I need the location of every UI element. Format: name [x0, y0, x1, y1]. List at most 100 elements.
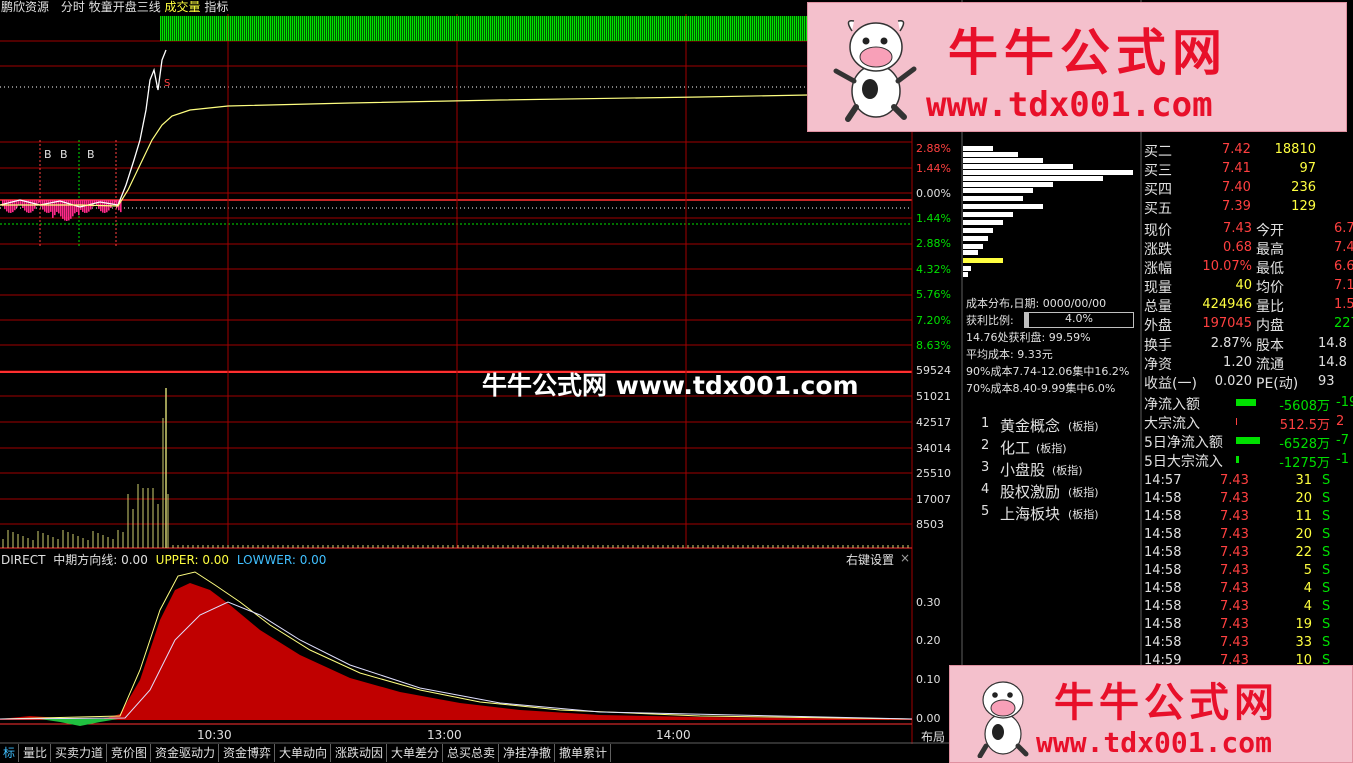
limit-bar: [506, 16, 508, 41]
limit-bar: [568, 16, 570, 41]
limit-bar: [334, 16, 336, 41]
tick-direction: S: [1322, 491, 1331, 506]
quote-label: 流通: [1256, 357, 1284, 373]
indicator-label[interactable]: 指标: [204, 0, 228, 14]
limit-bar: [322, 16, 324, 41]
limit-bar: [164, 16, 166, 41]
limit-bar: [280, 16, 282, 41]
pressure-bar: [72, 200, 74, 217]
cost-line: 70%成本8.40-9.99集中6.0%: [966, 382, 1116, 395]
mode-label[interactable]: 分时: [61, 0, 85, 14]
indicator-axis-label: 0.10: [916, 673, 941, 686]
limit-bar: [336, 16, 338, 41]
cost-bar: [963, 164, 1073, 169]
limit-bar: [702, 16, 704, 41]
limit-bar: [160, 16, 162, 41]
indicator-name[interactable]: DIRECT: [1, 553, 45, 567]
limit-bar: [186, 16, 188, 41]
bottom-tab[interactable]: 撤单累计: [556, 744, 612, 762]
flow-extra: -7: [1336, 433, 1349, 448]
limit-bar: [184, 16, 186, 41]
limit-bar: [236, 16, 238, 41]
limit-bar: [358, 16, 360, 41]
limit-bar: [534, 16, 536, 41]
flow-extra: -1: [1336, 452, 1349, 467]
limit-bar: [622, 16, 624, 41]
cost-title: 成本分布,日期: 0000/00/00: [966, 297, 1107, 310]
limit-bar: [734, 16, 736, 41]
concept-name[interactable]: 黄金概念: [1000, 415, 1060, 436]
limit-bar: [194, 16, 196, 41]
limit-bar: [234, 16, 236, 41]
limit-bar: [278, 16, 280, 41]
time-label: 10:30: [197, 728, 232, 742]
bottom-tab[interactable]: 量比: [20, 744, 52, 762]
volume-label[interactable]: 成交量: [165, 0, 201, 14]
limit-bar: [676, 16, 678, 41]
limit-bar: [584, 16, 586, 41]
cost-bar: [963, 258, 1003, 263]
concept-name[interactable]: 小盘股: [1000, 459, 1045, 480]
limit-bar: [752, 16, 754, 41]
limit-bar: [288, 16, 290, 41]
buy-marker: B: [44, 148, 52, 161]
concept-name[interactable]: 股权激励: [1000, 481, 1060, 502]
limit-bar: [598, 16, 600, 41]
limit-bar: [368, 16, 370, 41]
limit-bar: [240, 16, 242, 41]
concept-name[interactable]: 化工: [1000, 437, 1030, 458]
bottom-tab[interactable]: 买卖力道: [52, 744, 108, 762]
watermark-url: www.tdx001.com: [926, 85, 1213, 125]
limit-bar: [526, 16, 528, 41]
tick-volume: 11: [1295, 509, 1312, 524]
bottom-tab[interactable]: 资金博弈: [220, 744, 276, 762]
limit-bar: [320, 16, 322, 41]
bottom-tab[interactable]: 大单差分: [388, 744, 444, 762]
close-icon[interactable]: ×: [900, 551, 910, 565]
right-click-settings[interactable]: 右键设置: [846, 551, 894, 568]
limit-bar: [554, 16, 556, 41]
limit-bar: [468, 16, 470, 41]
limit-bar: [266, 16, 268, 41]
chart-header: 鹏欣资源 分时 牧童开盘三线 成交量 指标: [1, 0, 228, 15]
limit-bar: [564, 16, 566, 41]
bottom-tab[interactable]: 净挂净撤: [500, 744, 556, 762]
layout-button[interactable]: 布局: [921, 728, 945, 745]
tick-volume: 4: [1303, 599, 1312, 614]
limit-bar: [178, 16, 180, 41]
bottom-tab[interactable]: 总买总卖: [444, 744, 500, 762]
overlay-label[interactable]: 牧童开盘三线: [89, 0, 161, 14]
bottom-tab[interactable]: 涨跌动因: [332, 744, 388, 762]
limit-bar: [590, 16, 592, 41]
limit-bar: [478, 16, 480, 41]
quote-label: 外盘: [1144, 318, 1172, 334]
concept-name[interactable]: 上海板块: [1000, 503, 1060, 524]
limit-bar: [502, 16, 504, 41]
limit-bar: [316, 16, 318, 41]
limit-bar: [302, 16, 304, 41]
quote-label: 收益(一): [1144, 376, 1197, 392]
limit-bar: [800, 16, 802, 41]
tick-direction: S: [1322, 599, 1331, 614]
concept-tag: (板指): [1068, 508, 1099, 521]
limit-bar: [666, 16, 668, 41]
pressure-bar: [74, 200, 76, 214]
limit-bar: [238, 16, 240, 41]
watermark-title: 牛牛公式网: [1054, 680, 1279, 726]
cost-bar: [963, 170, 1133, 175]
bottom-tab[interactable]: 标: [0, 744, 20, 762]
limit-bar: [692, 16, 694, 41]
bottom-tab[interactable]: 大单动向: [276, 744, 332, 762]
bottom-tab[interactable]: 资金驱动力: [152, 744, 220, 762]
volume-axis-label: 51021: [916, 390, 951, 403]
cost-bar: [963, 272, 968, 277]
cost-bar: [963, 158, 1043, 163]
tick-price: 7.43: [1220, 617, 1249, 632]
limit-bar: [762, 16, 764, 41]
limit-bar: [282, 16, 284, 41]
tick-direction: S: [1322, 473, 1331, 488]
limit-bar: [370, 16, 372, 41]
limit-bar: [344, 16, 346, 41]
bottom-tab[interactable]: 竞价图: [108, 744, 152, 762]
limit-bar: [696, 16, 698, 41]
